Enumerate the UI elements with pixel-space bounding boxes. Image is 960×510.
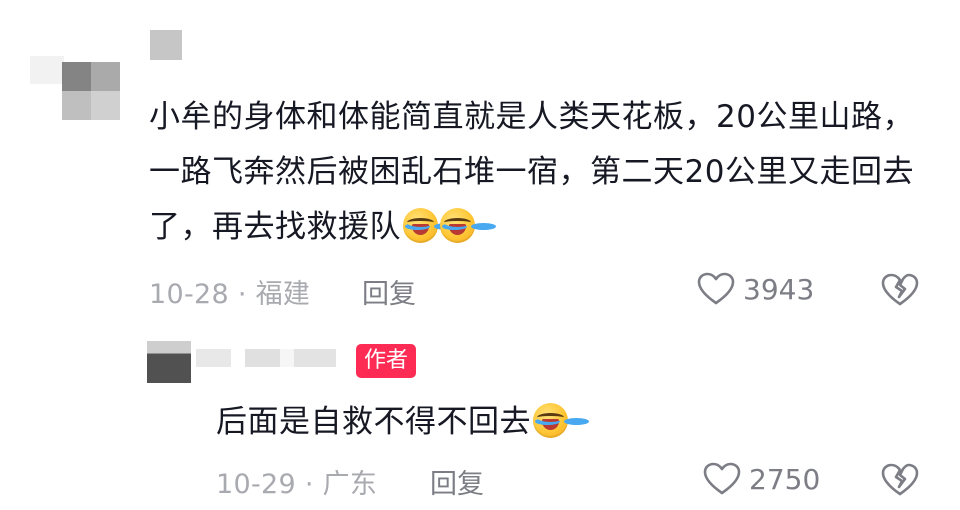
reply-button[interactable]: 回复 — [430, 462, 484, 501]
tears-of-joy-icon — [440, 208, 475, 243]
reply-text-block: 后面是自救不得不回去 — [216, 395, 568, 450]
tears-of-joy-icon — [533, 403, 568, 438]
dislike-button[interactable] — [880, 463, 920, 497]
reply-button[interactable]: 回复 — [362, 272, 416, 311]
comment-meta: 10-28 · 福建 — [149, 279, 311, 310]
avatar-blur — [30, 56, 64, 84]
avatar[interactable] — [62, 62, 120, 120]
heart-icon — [703, 462, 741, 496]
comment-text-block: 小牟的身体和体能简直就是人类天花板，20公里山路，一路飞奔然后被困乱石堆一宿，第… — [149, 90, 929, 255]
tears-of-joy-icon — [403, 208, 438, 243]
username-blurred[interactable] — [150, 30, 182, 60]
reply-meta: 10-29 · 广东 — [216, 469, 378, 500]
username-blurred[interactable] — [196, 349, 336, 367]
avatar[interactable] — [147, 341, 191, 383]
comment-text: 小牟的身体和体能简直就是人类天花板，20公里山路，一路飞奔然后被困乱石堆一宿，第… — [149, 99, 914, 245]
author-badge: 作者 — [356, 344, 417, 378]
broken-heart-icon — [880, 273, 920, 307]
broken-heart-icon — [880, 463, 920, 497]
like-button[interactable]: 2750 — [703, 462, 820, 496]
heart-icon — [697, 272, 735, 306]
like-count: 2750 — [749, 462, 821, 496]
like-button[interactable]: 3943 — [697, 272, 814, 306]
reply-text: 后面是自救不得不回去 — [216, 404, 531, 440]
dislike-button[interactable] — [880, 273, 920, 307]
like-count: 3943 — [743, 272, 815, 306]
